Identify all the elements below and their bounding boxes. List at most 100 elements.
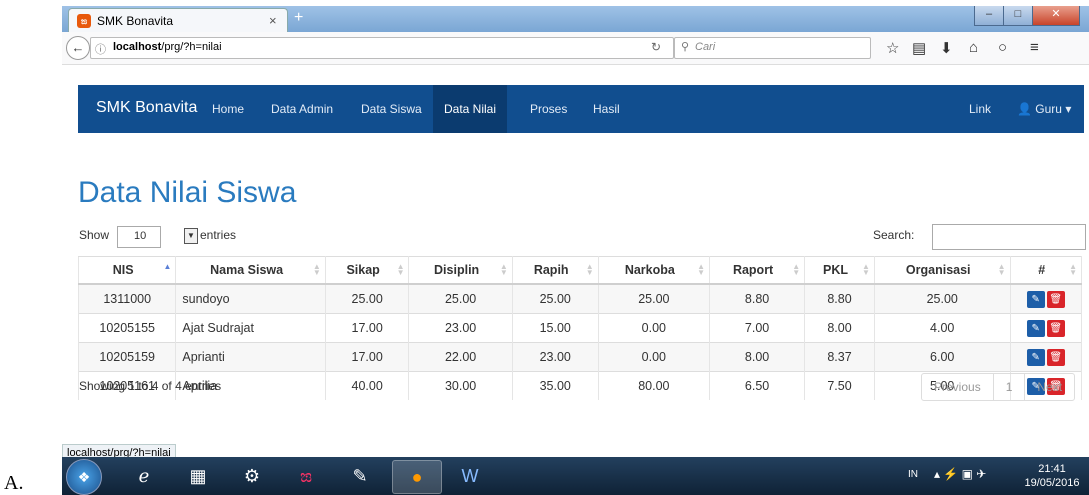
tray-icons[interactable]: ▴ ⚡ ▣ ✈ (934, 467, 986, 481)
table-row: 10205159 Aprianti 17.00 22.00 23.00 0.00 8.00 8… (77, 342, 1083, 372)
clock-date[interactable]: 19/05/2016 (1022, 477, 1082, 489)
url-bar[interactable]: ⓘ localhost/prg/?h=nilai ↻ (90, 37, 674, 59)
browser-window: ಙ SMK Bonavita × + – □ ✕ ← ⓘ localhost/p… (62, 6, 1089, 495)
search-input[interactable] (932, 224, 1086, 250)
table-cell: 1311000 (77, 283, 177, 314)
column-header[interactable]: Sikap ▲ ▼ (324, 256, 410, 285)
table-row: 10205155 Ajat Sudrajat 17.00 23.00 15.00 0.00… (77, 313, 1083, 343)
home-icon[interactable]: ⌂ (969, 39, 978, 56)
notepad-icon[interactable]: ✎ (336, 460, 384, 492)
previous-button[interactable]: Previous (922, 374, 994, 400)
reload-icon[interactable]: ↻ (651, 40, 661, 54)
table-cell: 7.00 (709, 313, 806, 343)
table-cell: 6.00 (873, 342, 1011, 372)
delete-trash-icon[interactable]: 🗑 (1046, 319, 1065, 337)
table-cell: 10205155 (77, 313, 177, 343)
page-title: Data Nilai Siswa (78, 176, 297, 209)
explorer-icon[interactable]: ▦ (174, 460, 222, 492)
xampp-task-icon[interactable]: ಙ (282, 460, 330, 492)
table-cell: Ajat Sudrajat (175, 313, 326, 343)
table-cell: 0.00 (597, 342, 711, 372)
sort-icon: ▲ ▼ (697, 262, 706, 277)
nav-data-admin[interactable]: Data Admin (260, 85, 344, 133)
app-navbar: SMK Bonavita Home Data Admin Data Siswa … (78, 85, 1084, 133)
actions-cell: ✎ 🗑 (1009, 342, 1083, 372)
window-controls: – □ ✕ (974, 6, 1086, 26)
bookmark-star-icon[interactable]: ☆ (886, 39, 899, 57)
start-button-icon[interactable]: ❖ (66, 459, 102, 495)
sort-icon: ▲ (163, 262, 172, 271)
column-header[interactable]: PKL ▲ ▼ (804, 256, 875, 285)
table-cell: 30.00 (408, 371, 513, 400)
edit-pencil-icon[interactable]: ✎ (1026, 290, 1045, 308)
xampp-icon: ಙ (77, 14, 91, 28)
table-cell: 8.80 (804, 283, 875, 314)
edit-pencil-icon[interactable]: ✎ (1026, 348, 1045, 366)
menu-icon[interactable]: ≡ (1030, 39, 1039, 56)
entries-select[interactable]: 10 (117, 226, 161, 248)
chat-icon[interactable]: ○ (998, 39, 1007, 56)
caret-down-icon: ▾ (1065, 102, 1072, 116)
table-cell: 8.37 (804, 342, 875, 372)
edit-pencil-icon[interactable]: ✎ (1026, 319, 1045, 337)
column-header[interactable]: Narkoba ▲ ▼ (597, 256, 711, 285)
column-header[interactable]: NIS ▲ (77, 256, 177, 285)
search-bar[interactable]: ⚲ Cari (674, 37, 871, 59)
new-tab-button[interactable]: + (294, 9, 303, 27)
sort-icon: ▲ ▼ (312, 262, 321, 277)
browser-tab[interactable]: ಙ SMK Bonavita × (68, 8, 288, 33)
minimize-icon[interactable]: – (974, 6, 1004, 26)
firefox-icon[interactable]: ● (392, 460, 442, 494)
nav-link[interactable]: Link (958, 85, 1002, 133)
sort-icon: ▲ ▼ (585, 262, 594, 277)
delete-trash-icon[interactable]: 🗑 (1046, 290, 1065, 308)
column-header[interactable]: # ▲ ▼ (1009, 256, 1083, 285)
app-icon[interactable]: ⚙ (228, 460, 276, 492)
delete-trash-icon[interactable]: 🗑 (1046, 348, 1065, 366)
taskbar: ❖ ℯ ▦ ⚙ ಙ ✎ ● W IN ▴ ⚡ ▣ ✈ 21:41 19/05/2… (62, 457, 1089, 495)
column-header[interactable]: Organisasi ▲ ▼ (873, 256, 1011, 285)
column-header[interactable]: Raport ▲ ▼ (709, 256, 806, 285)
table-cell: sundoyo (175, 283, 326, 314)
sort-icon: ▲ ▼ (396, 262, 405, 277)
search-icon: ⚲ (681, 41, 690, 53)
table-cell: 80.00 (597, 371, 711, 400)
nav-proses[interactable]: Proses (519, 85, 578, 133)
brand[interactable]: SMK Bonavita (96, 99, 197, 117)
table-cell: 17.00 (324, 342, 410, 372)
clock-time[interactable]: 21:41 (1022, 463, 1082, 475)
tab-close-icon[interactable]: × (269, 13, 277, 28)
next-button[interactable]: Next (1025, 374, 1074, 400)
search-placeholder: Cari (695, 41, 716, 53)
back-arrow-icon[interactable]: ← (66, 36, 90, 60)
nav-home[interactable]: Home (201, 85, 255, 133)
table-header-row: NIS ▲ Nama Siswa ▲ ▼ Sikap ▲ ▼ Disiplin ▲ ▼ Rapih ▲ ▼… (77, 256, 1083, 285)
word-icon[interactable]: W (446, 460, 494, 492)
user-menu[interactable]: 👤 Guru ▾ (1006, 85, 1082, 133)
table-cell: 17.00 (324, 313, 410, 343)
table-cell: 4.00 (873, 313, 1011, 343)
chevron-down-icon[interactable]: ▼ (184, 228, 198, 244)
column-header[interactable]: Nama Siswa ▲ ▼ (175, 256, 326, 285)
ie-icon[interactable]: ℯ (120, 460, 168, 492)
language-indicator[interactable]: IN (908, 469, 918, 480)
table-cell: 25.00 (873, 283, 1011, 314)
page-1-button[interactable]: 1 (994, 374, 1026, 400)
info-icon[interactable]: ⓘ (95, 41, 106, 57)
table-cell: 8.80 (709, 283, 806, 314)
download-icon[interactable]: ⬇ (940, 39, 953, 57)
table-cell: 25.00 (408, 283, 513, 314)
column-header[interactable]: Rapih ▲ ▼ (511, 256, 599, 285)
reading-list-icon[interactable]: ▤ (912, 39, 926, 57)
close-icon[interactable]: ✕ (1032, 6, 1080, 26)
sort-icon: ▲ ▼ (1069, 262, 1077, 277)
search-label: Search: (873, 228, 915, 242)
nav-hasil[interactable]: Hasil (582, 85, 631, 133)
table-cell: 25.00 (511, 283, 599, 314)
browser-toolbar: ← ⓘ localhost/prg/?h=nilai ↻ ⚲ Cari ☆ ▤ … (62, 32, 1089, 65)
table-cell: 25.00 (597, 283, 711, 314)
column-header[interactable]: Disiplin ▲ ▼ (408, 256, 513, 285)
nav-data-siswa[interactable]: Data Siswa (350, 85, 433, 133)
maximize-icon[interactable]: □ (1003, 6, 1033, 26)
nav-data-nilai[interactable]: Data Nilai (433, 85, 508, 133)
